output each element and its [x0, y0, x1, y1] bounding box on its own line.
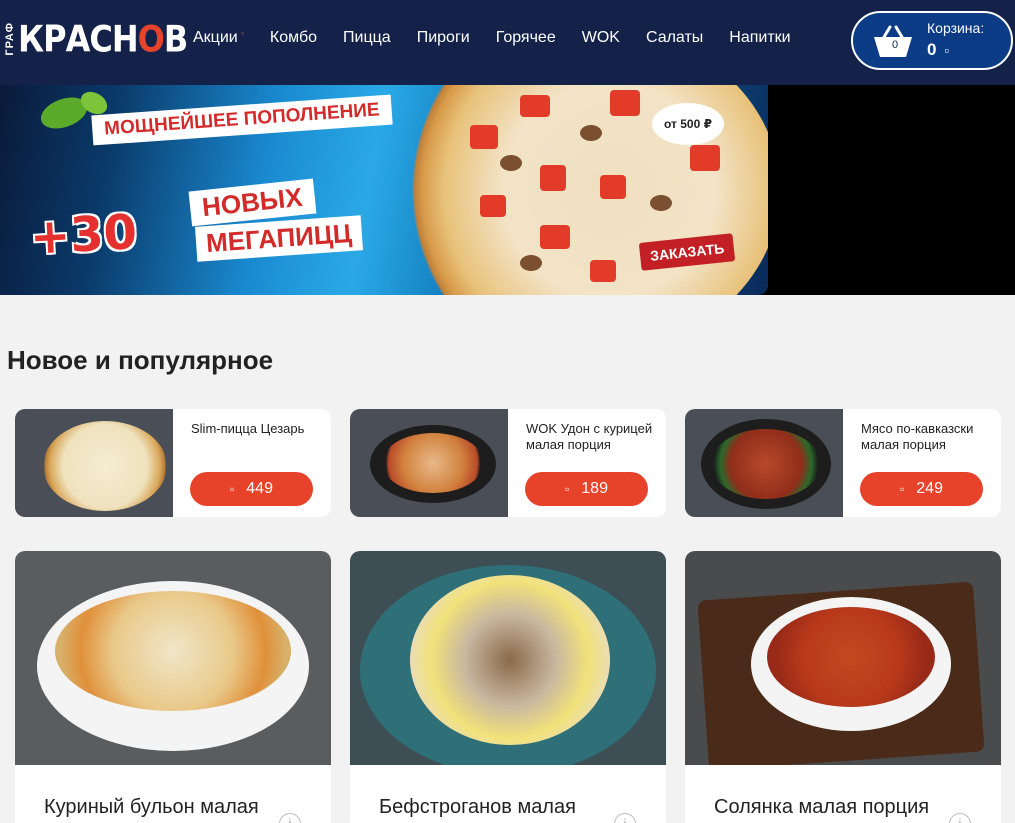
- ruble-icon: ▫: [944, 43, 950, 58]
- nav-item-pizza[interactable]: Пицца: [343, 29, 391, 47]
- promo-banner[interactable]: МОЩНЕЙШЕЕ ПОПОЛНЕНИЕ +30 НОВЫХ МЕГАПИЦЦ …: [0, 85, 1015, 295]
- product-card[interactable]: Slim-пицца Цезарь ▫ 449: [15, 409, 331, 517]
- product-image: [685, 409, 843, 517]
- nav-label: Акции: [193, 29, 238, 46]
- cart-button[interactable]: 0 Корзина: 0 ▫: [851, 11, 1013, 70]
- product-name: Солянка малая порция: [714, 796, 930, 818]
- cart-sum: 0 ▫: [927, 40, 949, 60]
- pizza-topping: [540, 225, 570, 249]
- banner-count-text: +30: [28, 204, 139, 266]
- pizza-topping: [580, 125, 602, 141]
- logo-wordmark: КРАСНОВ: [18, 17, 188, 61]
- product-image: [350, 551, 666, 765]
- pizza-topping: [500, 155, 522, 171]
- brand-logo[interactable]: ГРАФ КРАСНОВ: [4, 14, 188, 64]
- site-header: ГРАФ КРАСНОВ Акции ▫ Комбо Пицца Пироги Г…: [0, 0, 1015, 85]
- info-icon[interactable]: i: [949, 813, 971, 823]
- product-card[interactable]: Солянка малая порция i: [685, 551, 1001, 823]
- product-name: Мясо по-кавказски малая порция: [861, 421, 974, 452]
- product-price: 189: [581, 480, 608, 497]
- add-to-cart-button[interactable]: ▫ 189: [525, 472, 648, 506]
- pizza-topping: [470, 125, 498, 149]
- cart-sum-value: 0: [927, 40, 937, 59]
- banner-count: +30: [29, 204, 139, 266]
- pizza-topping: [480, 195, 506, 217]
- add-to-cart-button[interactable]: ▫ 249: [860, 472, 983, 506]
- logo-text-o: О: [137, 17, 165, 61]
- pizza-topping: [590, 260, 616, 282]
- nav-item-promotions[interactable]: Акции ▫: [193, 28, 244, 47]
- product-name: WOK Удон с курицей малая порция: [526, 421, 653, 452]
- product-image: [15, 409, 173, 517]
- product-name: Бефстроганов малая: [379, 796, 576, 818]
- product-image: [685, 551, 1001, 765]
- banner-headline: МОЩНЕЙШЕЕ ПОПОЛНЕНИЕ: [91, 94, 393, 146]
- product-card[interactable]: WOK Удон с курицей малая порция ▫ 189: [350, 409, 666, 517]
- price-bubble: от 500 ₽: [652, 103, 724, 145]
- nav-item-hot[interactable]: Горячее: [496, 29, 556, 47]
- nav-item-wok[interactable]: WOK: [582, 29, 620, 47]
- product-price: 449: [246, 480, 273, 497]
- pizza-topping: [540, 165, 566, 191]
- ruble-icon: ▫: [230, 482, 235, 496]
- nav-item-salads[interactable]: Салаты: [646, 29, 703, 47]
- product-image: [15, 551, 331, 765]
- promo-banner-image: МОЩНЕЙШЕЕ ПОПОЛНЕНИЕ +30 НОВЫХ МЕГАПИЦЦ …: [0, 85, 768, 295]
- pizza-topping: [520, 95, 550, 117]
- main-nav: Акции ▫ Комбо Пицца Пироги Горячее WOK Са…: [193, 28, 817, 47]
- pizza-topping: [520, 255, 542, 271]
- product-card[interactable]: Мясо по-кавказски малая порция ▫ 249: [685, 409, 1001, 517]
- add-to-cart-button[interactable]: ▫ 449: [190, 472, 313, 506]
- info-icon[interactable]: i: [614, 813, 636, 823]
- new-badge-icon: ▫: [240, 28, 244, 38]
- nav-item-drinks[interactable]: Напитки: [729, 29, 790, 47]
- product-image: [350, 409, 508, 517]
- cart-label: Корзина:: [927, 20, 985, 36]
- nav-item-pies[interactable]: Пироги: [417, 29, 470, 47]
- pizza-topping: [610, 90, 640, 116]
- product-name: Slim-пицца Цезарь: [191, 421, 305, 436]
- pizza-topping: [600, 175, 626, 199]
- pizza-topping: [690, 145, 720, 171]
- logo-text-2: В: [163, 17, 188, 61]
- logo-text-1: КРАСН: [18, 17, 139, 61]
- product-card[interactable]: Куриный бульон малая i: [15, 551, 331, 823]
- pizza-topping: [650, 195, 672, 211]
- ruble-icon: ▫: [900, 482, 905, 496]
- ruble-icon: ▫: [565, 482, 570, 496]
- info-icon[interactable]: i: [279, 813, 301, 823]
- logo-prefix: ГРАФ: [4, 22, 16, 56]
- product-card[interactable]: Бефстроганов малая i: [350, 551, 666, 823]
- nav-item-combo[interactable]: Комбо: [270, 29, 317, 47]
- product-price: 249: [916, 480, 943, 497]
- product-name: Куриный бульон малая: [44, 796, 259, 818]
- cart-count: 0: [891, 39, 899, 51]
- section-title: Новое и популярное: [7, 345, 274, 375]
